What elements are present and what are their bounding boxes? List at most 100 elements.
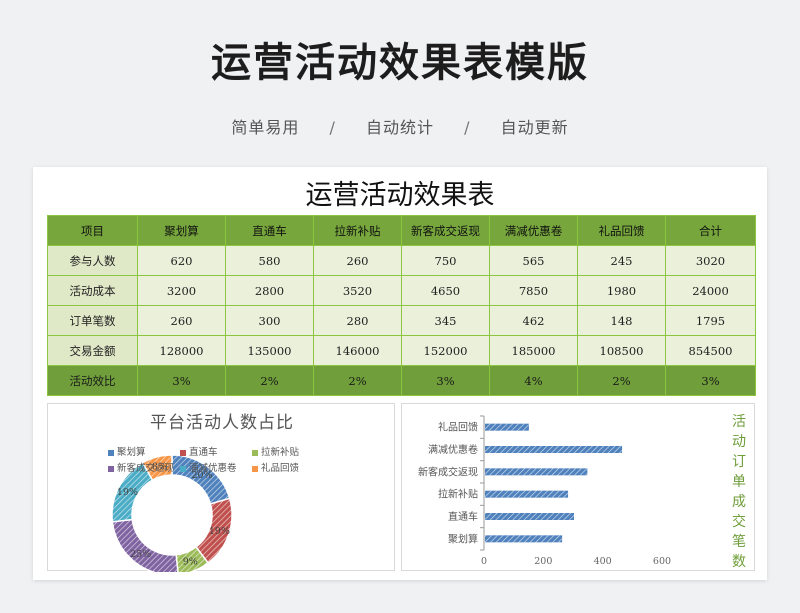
table-cell[interactable]: 128000: [137, 335, 226, 366]
footer-cell[interactable]: 3%: [665, 365, 756, 396]
table-cell[interactable]: 1795: [665, 305, 756, 336]
table-cell[interactable]: 565: [489, 245, 578, 276]
table-cell[interactable]: 146000: [313, 335, 402, 366]
bar-hatch: [485, 446, 623, 453]
table-cell[interactable]: 3020: [665, 245, 756, 276]
page-title: 运营活动效果表模版: [211, 40, 589, 86]
table-cell[interactable]: 580: [225, 245, 314, 276]
legend-swatch: [180, 449, 186, 456]
legend-swatch: [252, 449, 258, 456]
legend-item: 礼品回馈: [252, 460, 324, 474]
legend-swatch: [252, 465, 258, 472]
bar-chart: 聚划算 直通车 拉新补贴 新客成交返现 满减优惠卷 礼品回馈 0 200 400 600: [418, 415, 671, 567]
feature-tags: 简单易用 / 自动统计 / 自动更新: [0, 114, 800, 138]
legend-swatch: [180, 465, 186, 472]
table-row: 交易金额 128000 135000 146000 152000 185000 …: [47, 335, 756, 366]
table-cell[interactable]: 3520: [313, 275, 402, 306]
pie-slice[interactable]: [111, 518, 179, 572]
table-footer-row: 活动效比 3% 2% 2% 3% 4% 2% 3%: [47, 365, 756, 396]
footer-cell[interactable]: 4%: [489, 365, 578, 396]
table-cell[interactable]: 24000: [665, 275, 756, 306]
legend-label: 聚划算: [117, 447, 146, 458]
legend-label: 直通车: [189, 447, 218, 458]
footer-cell[interactable]: 2%: [225, 365, 314, 396]
table-cell[interactable]: 620: [137, 245, 226, 276]
table-cell[interactable]: 135000: [225, 335, 314, 366]
pie-chart-panel[interactable]: 平台活动人数占比 20% 19% 9% 25% 19% 8% 聚划算 直通车 拉新补贴新客成交…: [47, 403, 395, 572]
activity-table: 项目 聚划算 直通车 拉新补贴 新客成交返现 满减优惠卷 礼品回馈 合计 参与人…: [47, 215, 756, 396]
tag-separator: /: [464, 118, 471, 137]
footer-cell[interactable]: 2%: [577, 365, 666, 396]
legend-item: 满减优惠卷: [180, 460, 252, 474]
legend-item: 新客成交返现: [108, 460, 180, 474]
y-tick-label: 聚划算: [448, 532, 478, 545]
table-cell[interactable]: 交易金额: [47, 335, 138, 366]
legend-label: 满减优惠卷: [189, 463, 237, 474]
table-row: 订单笔数 260 300 280 345 462 148 1795: [47, 305, 756, 336]
y-tick-label: 直通车: [448, 510, 478, 523]
x-tick-label: 600: [653, 556, 671, 567]
table-row: 活动成本 3200 2800 3520 4650 7850 1980 24000: [47, 275, 756, 306]
bar-chart-title: 活动订单成交笔数: [732, 414, 746, 570]
header-cell[interactable]: 聚划算: [137, 215, 226, 246]
header-cell[interactable]: 拉新补贴: [313, 215, 402, 246]
table-cell[interactable]: 1980: [577, 275, 666, 306]
legend-item: 聚划算: [108, 444, 180, 458]
table-cell[interactable]: 152000: [401, 335, 490, 366]
table-cell[interactable]: 854500: [665, 335, 756, 366]
table-cell[interactable]: 260: [137, 305, 226, 336]
table-cell[interactable]: 3200: [137, 275, 226, 306]
bar-hatch: [485, 490, 569, 498]
table-cell[interactable]: 750: [401, 245, 490, 276]
table-cell[interactable]: 参与人数: [47, 245, 138, 276]
table-cell[interactable]: 345: [401, 305, 490, 336]
pie-data-label: 19%: [117, 487, 138, 498]
table-header-row: 项目 聚划算 直通车 拉新补贴 新客成交返现 满减优惠卷 礼品回馈 合计: [47, 215, 756, 246]
header-cell[interactable]: 合计: [665, 215, 756, 246]
table-cell[interactable]: 260: [313, 245, 402, 276]
header-cell[interactable]: 项目: [47, 215, 138, 246]
bar-hatch: [485, 513, 574, 520]
table-cell[interactable]: 活动成本: [47, 275, 138, 306]
footer-cell[interactable]: 3%: [137, 365, 226, 396]
footer-cell[interactable]: 2%: [313, 365, 402, 396]
y-tick-label: 满减优惠卷: [428, 443, 478, 456]
table-cell[interactable]: 185000: [489, 335, 578, 366]
bar-chart-panel[interactable]: 聚划算 直通车 拉新补贴 新客成交返现 满减优惠卷 礼品回馈 0 200 400 600 活动订单…: [401, 403, 755, 571]
legend-label: 礼品回馈: [261, 463, 300, 474]
table-cell[interactable]: 7850: [489, 275, 578, 306]
table-cell[interactable]: 2800: [225, 275, 314, 306]
pie-legend: 聚划算 直通车 拉新补贴新客成交返现 满减优惠卷 礼品回馈: [108, 444, 328, 476]
table-cell[interactable]: 108500: [577, 335, 666, 366]
x-tick-label: 0: [481, 556, 487, 567]
footer-cell[interactable]: 3%: [401, 365, 490, 396]
pie-chart: 20%19%9%25%19%8%: [111, 454, 233, 572]
pie-data-label: 9%: [183, 557, 198, 568]
table-cell[interactable]: 4650: [401, 275, 490, 306]
tag-auto-stats: 自动统计: [365, 118, 434, 137]
legend-swatch: [108, 465, 114, 472]
tag-separator: /: [329, 118, 336, 137]
spreadsheet-preview: 运营活动效果表 项目 聚划算 直通车 拉新补贴 新客成交返现 满减优惠卷 礼品回…: [33, 167, 767, 580]
table-cell[interactable]: 280: [313, 305, 402, 336]
header-cell[interactable]: 礼品回馈: [577, 215, 666, 246]
y-tick-label: 礼品回馈: [438, 421, 478, 434]
tag-auto-update: 自动更新: [500, 118, 569, 137]
legend-swatch: [108, 449, 114, 456]
header-cell[interactable]: 新客成交返现: [401, 215, 490, 246]
table-cell[interactable]: 300: [225, 305, 314, 336]
table-cell[interactable]: 462: [489, 305, 578, 336]
header-cell[interactable]: 满减优惠卷: [489, 215, 578, 246]
header-cell[interactable]: 直通车: [225, 215, 314, 246]
table-cell[interactable]: 订单笔数: [47, 305, 138, 336]
legend-item: 直通车: [180, 444, 252, 458]
pie-data-label: 19%: [209, 526, 230, 537]
legend-label: 拉新补贴: [261, 447, 300, 458]
table-cell[interactable]: 148: [577, 305, 666, 336]
bar-hatch: [485, 535, 563, 543]
bar-hatch: [485, 423, 529, 431]
table-cell[interactable]: 245: [577, 245, 666, 276]
y-tick-label: 拉新补贴: [438, 488, 478, 501]
bar-hatch: [485, 468, 588, 476]
footer-cell[interactable]: 活动效比: [47, 365, 138, 396]
